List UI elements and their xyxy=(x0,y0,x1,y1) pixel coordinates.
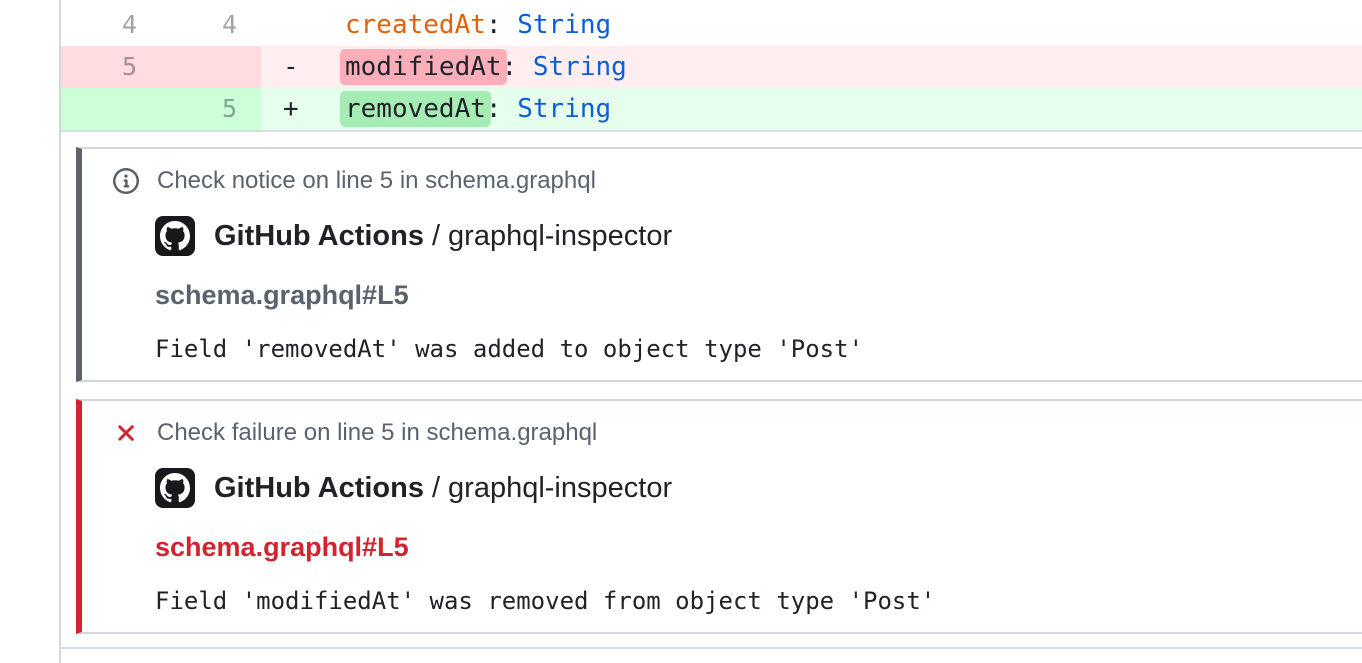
deleted-word-highlight: modifiedAt xyxy=(340,49,507,85)
check-annotations-container: Check notice on line 5 in schema.graphql… xyxy=(61,132,1362,649)
diff-table: 4 4 createdAt: String 5 -modifiedAt: Str… xyxy=(61,0,1362,132)
github-actions-avatar xyxy=(155,216,195,256)
annotation-message: Field 'removedAt' was added to object ty… xyxy=(155,335,1362,363)
old-line-number[interactable]: 4 xyxy=(61,4,161,46)
type-token: String xyxy=(517,10,611,40)
old-line-number[interactable] xyxy=(61,88,161,130)
annotation-header-text: Check failure on line 5 in schema.graphq… xyxy=(157,419,597,447)
field-name-token: createdAt xyxy=(345,10,486,40)
code-line: createdAt: String xyxy=(261,4,1362,46)
annotation-header: Check notice on line 5 in schema.graphql xyxy=(113,167,1362,195)
annotation-header: Check failure on line 5 in schema.graphq… xyxy=(113,419,1362,447)
diff-marker xyxy=(283,4,345,46)
check-app-name: GitHub Actions xyxy=(214,220,424,252)
x-icon xyxy=(113,420,139,446)
new-line-number[interactable]: 4 xyxy=(161,4,261,46)
diff-marker: - xyxy=(283,46,345,88)
check-app-row: GitHub Actions/graphql-inspector xyxy=(155,216,1362,256)
check-run-name: graphql-inspector xyxy=(448,220,672,252)
github-actions-avatar xyxy=(155,468,195,508)
check-annotation-notice: Check notice on line 5 in schema.graphql… xyxy=(76,147,1362,382)
diff-line-context: 4 4 createdAt: String xyxy=(61,4,1362,46)
punctuation-token: : xyxy=(502,52,533,82)
check-app-row: GitHub Actions/graphql-inspector xyxy=(155,468,1362,508)
punctuation-token: : xyxy=(486,94,517,124)
type-token: String xyxy=(533,52,627,82)
added-word-highlight: removedAt xyxy=(340,91,491,127)
type-token: String xyxy=(517,94,611,124)
code-line: -modifiedAt: String xyxy=(261,46,1362,88)
diff-line-addition: 5 +removedAt: String xyxy=(61,88,1362,130)
diff-marker: + xyxy=(283,88,345,130)
check-run-name: graphql-inspector xyxy=(448,472,672,504)
code-line: +removedAt: String xyxy=(261,88,1362,130)
check-annotation-failure: Check failure on line 5 in schema.graphq… xyxy=(76,399,1362,634)
check-title: GitHub Actions/graphql-inspector xyxy=(214,471,672,505)
new-line-number[interactable]: 5 xyxy=(161,88,261,130)
annotation-file-link[interactable]: schema.graphql#L5 xyxy=(155,280,409,310)
new-line-number[interactable] xyxy=(161,46,261,88)
annotation-file-link[interactable]: schema.graphql#L5 xyxy=(155,532,409,562)
title-separator: / xyxy=(432,220,440,252)
diff-line-deletion: 5 -modifiedAt: String xyxy=(61,46,1362,88)
title-separator: / xyxy=(432,472,440,504)
check-app-name: GitHub Actions xyxy=(214,472,424,504)
punctuation-token: : xyxy=(486,10,517,40)
diff-panel: 4 4 createdAt: String 5 -modifiedAt: Str… xyxy=(59,0,1362,663)
annotation-header-text: Check notice on line 5 in schema.graphql xyxy=(157,167,596,195)
info-icon xyxy=(113,168,139,194)
old-line-number[interactable]: 5 xyxy=(61,46,161,88)
check-title: GitHub Actions/graphql-inspector xyxy=(214,219,672,253)
annotation-message: Field 'modifiedAt' was removed from obje… xyxy=(155,587,1362,615)
